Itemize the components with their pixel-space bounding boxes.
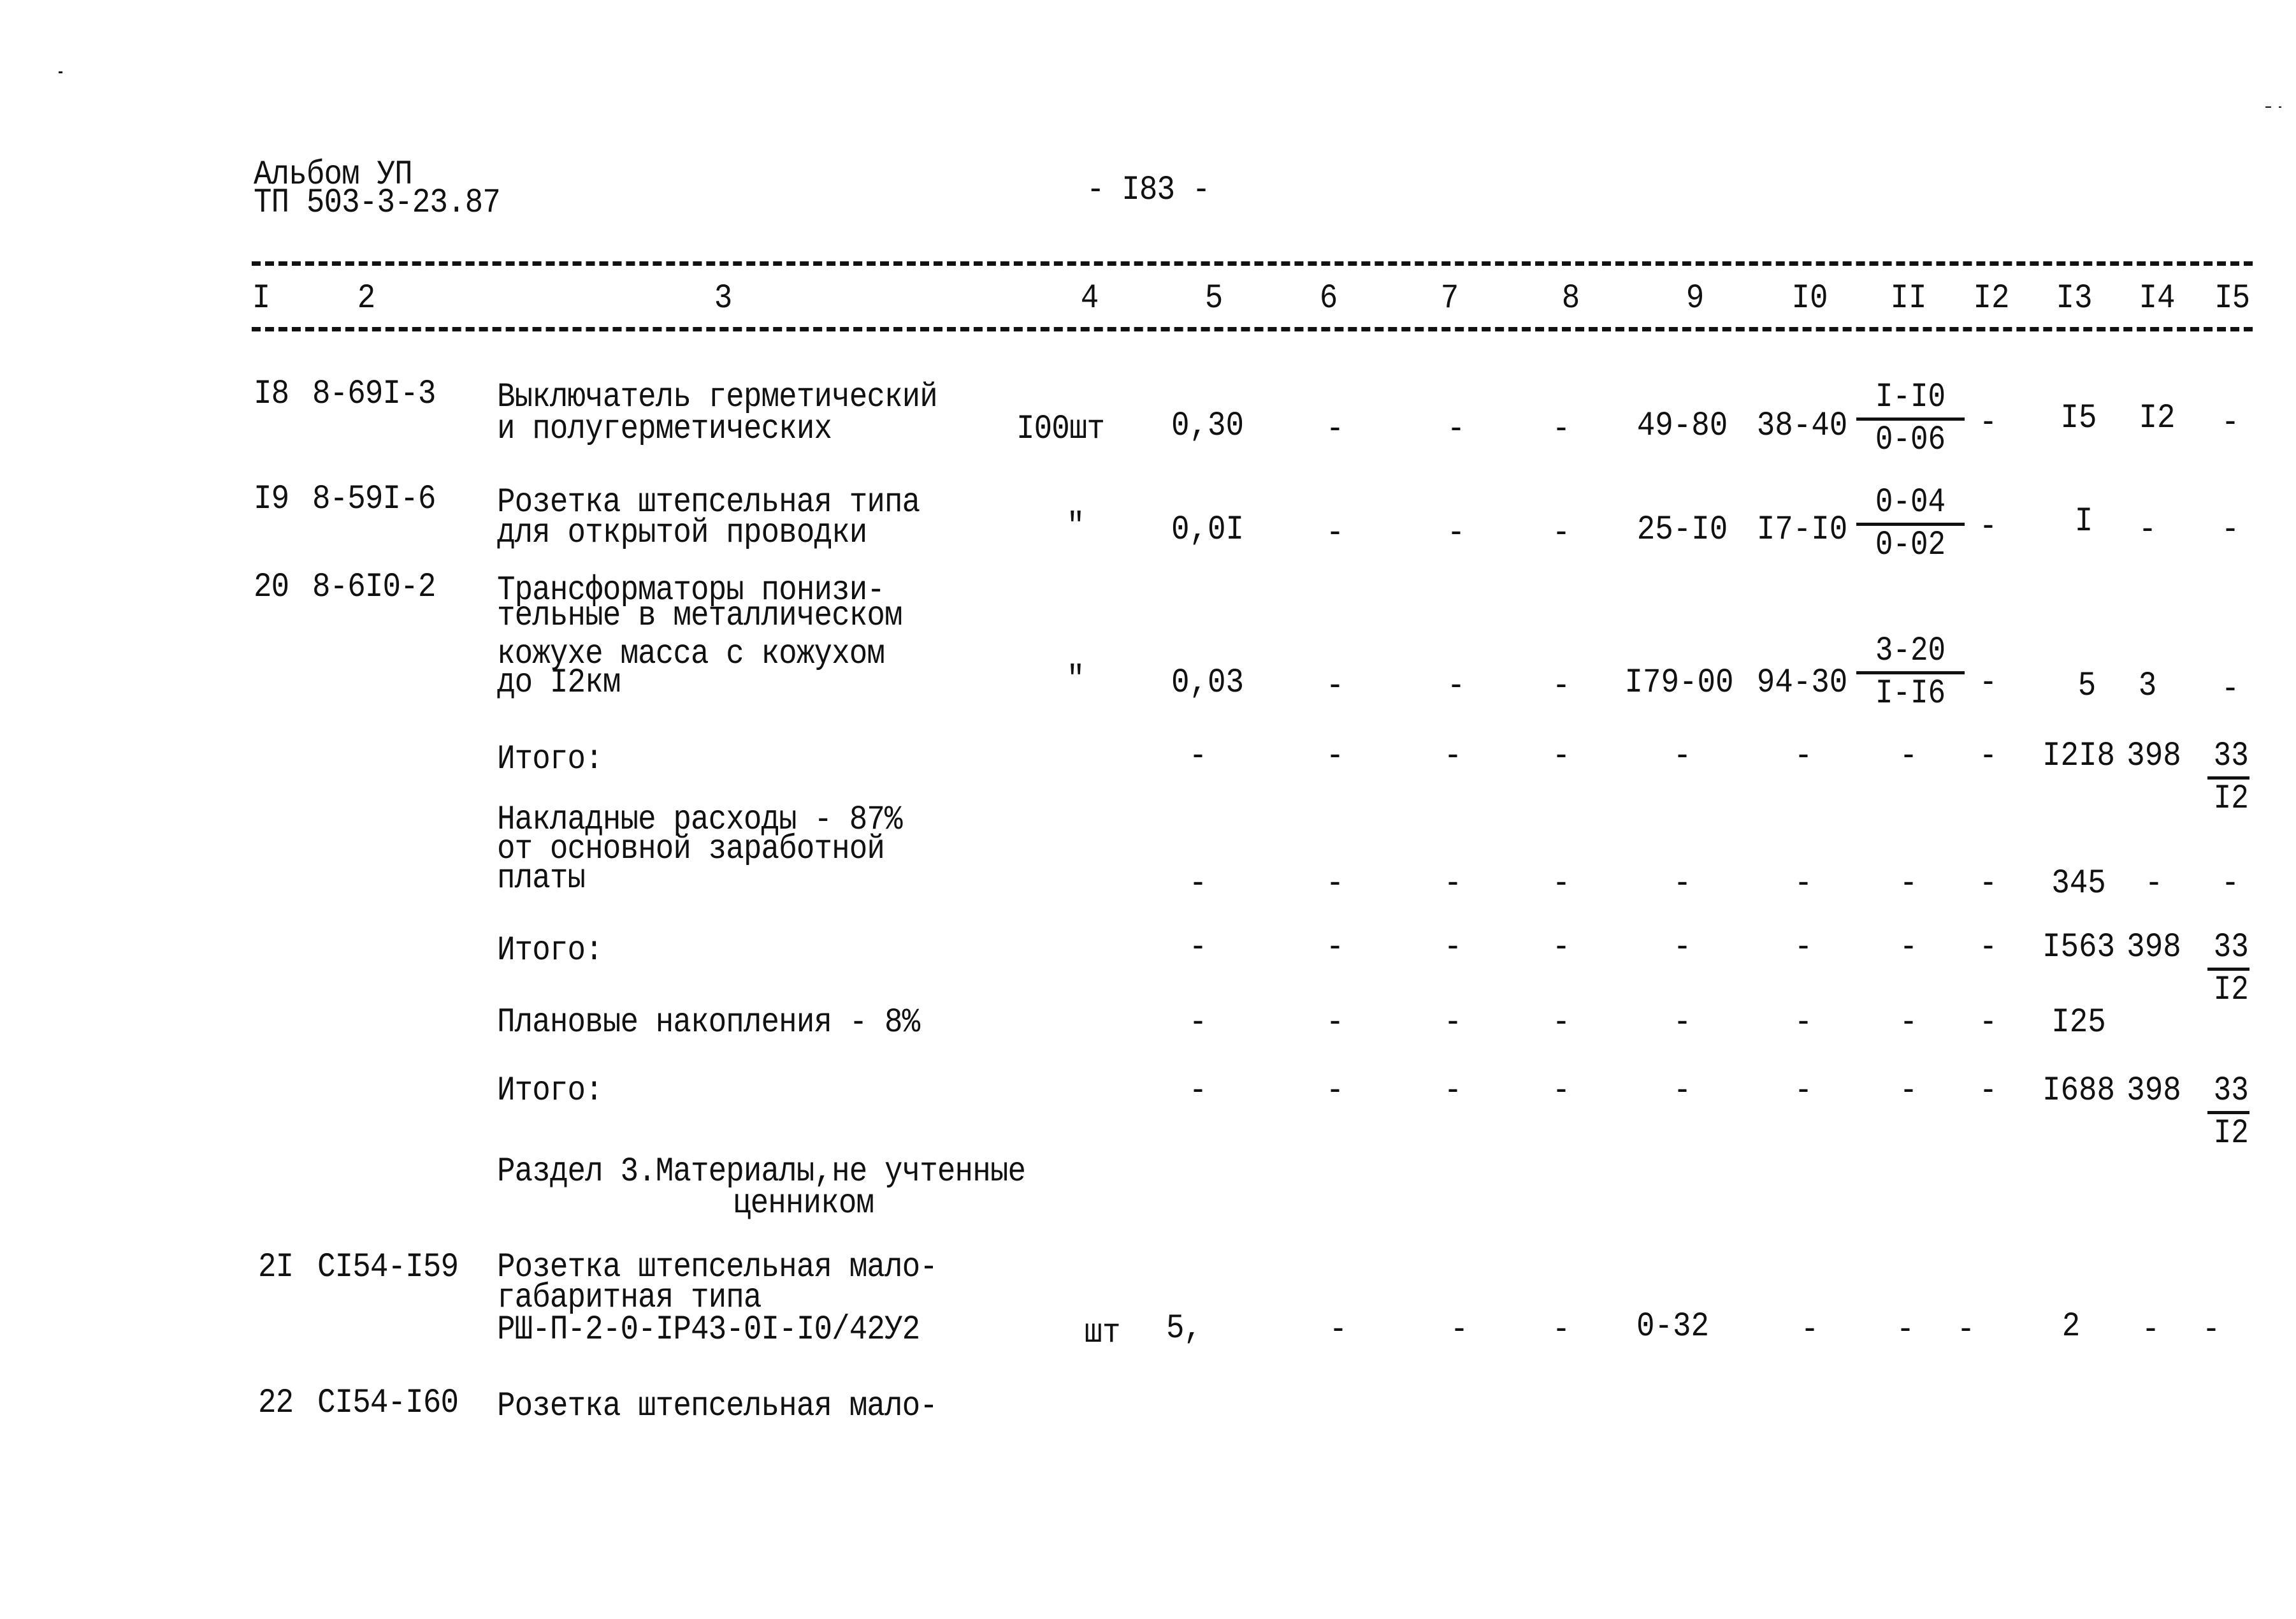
col15: -: [2221, 403, 2240, 442]
summary-dash: -: [1188, 737, 1208, 776]
col6: -: [1325, 667, 1345, 706]
row-number: I9: [254, 480, 289, 519]
unit: ": [1066, 507, 1085, 546]
fraction-denominator: I23: [2213, 971, 2249, 1010]
summary-col15: -: [2221, 864, 2240, 903]
summary-dash: -: [1188, 1003, 1208, 1042]
summary-label-line: платы: [497, 859, 586, 898]
price-code: 8-59I-6: [312, 480, 436, 519]
summary-dash: -: [1673, 1071, 1692, 1110]
col6: -: [1325, 514, 1345, 553]
col-num-15: I5: [2214, 282, 2249, 318]
summary-dash: -: [1673, 737, 1692, 776]
price-code: CI54-I60: [317, 1384, 459, 1423]
col6: -: [1329, 1310, 1348, 1349]
col9: 25-I0: [1636, 511, 1728, 549]
col-num-8: 8: [1561, 279, 1580, 318]
price-code: 8-69I-3: [312, 375, 436, 414]
header-top-rule: [252, 261, 2253, 266]
item-name-line: до I2км: [497, 664, 621, 702]
quantity: 0,30: [1171, 407, 1245, 446]
col-num-3: 3: [714, 279, 733, 318]
header-bottom-rule: [252, 327, 2253, 331]
summary-label-line: Итого:: [497, 931, 603, 970]
summary-dash: -: [1552, 1071, 1571, 1110]
summary-dash: -: [1325, 1003, 1345, 1042]
project-code: ТП 503-3-23.87: [254, 184, 501, 222]
summary-dash: -: [1188, 928, 1208, 967]
col10: 94-30: [1756, 664, 1848, 702]
row-number: 20: [254, 568, 289, 607]
scan-speck: [2279, 106, 2281, 108]
summary-col15-fraction: 339I23: [2207, 739, 2249, 817]
col15: -: [2221, 670, 2240, 709]
col-num-4: 4: [1080, 279, 1099, 318]
item-name-line: для открытой проводки: [497, 514, 867, 553]
summary-dash: -: [1552, 1003, 1571, 1042]
col10: 38-40: [1756, 407, 1848, 446]
col-num-7: 7: [1440, 279, 1459, 318]
item-name-line: РШ-П-2-0-IP43-0I-I0/42У2: [497, 1310, 920, 1349]
col8: -: [1552, 410, 1571, 449]
fraction-denominator: I23: [2213, 1114, 2249, 1153]
unit: I00шт: [1016, 410, 1105, 449]
col-num-2: 2: [357, 279, 376, 318]
section-title-cont: ценником: [733, 1184, 874, 1223]
col9: I79-00: [1624, 664, 1734, 702]
item-name-line: тельные в металлическом: [497, 597, 903, 635]
summary-dash: -: [1325, 928, 1345, 967]
summary-col15-fraction: 339I23: [2207, 1074, 2249, 1151]
col9: 0-32: [1636, 1307, 1710, 1346]
col9: 49-80: [1636, 407, 1728, 446]
summary-dash: -: [1188, 1071, 1208, 1110]
summary-dash: -: [1325, 737, 1345, 776]
quantity: 0,0I: [1171, 511, 1245, 549]
summary-label-line: Плановые накопления - 8%: [497, 1003, 920, 1042]
summary-dash: -: [1552, 928, 1571, 967]
col15: -: [2221, 511, 2240, 549]
summary-dash: -: [1673, 928, 1692, 967]
summary-dash: -: [1325, 864, 1345, 903]
col8: -: [1552, 667, 1571, 706]
col6: -: [1325, 410, 1345, 449]
quantity: 0,03: [1171, 664, 1245, 702]
item-name-line: Розетка штепсельная мало-: [497, 1387, 938, 1426]
summary-dash: -: [1673, 864, 1692, 903]
summary-dash: -: [1673, 1003, 1692, 1042]
summary-col13: I25: [2051, 1003, 2106, 1042]
summary-label-line: Итого:: [497, 1071, 603, 1110]
row-number: 22: [258, 1384, 294, 1423]
fraction-numerator: 339: [2207, 931, 2249, 971]
summary-dash: -: [1552, 737, 1571, 776]
quantity: 5,: [1166, 1309, 1202, 1348]
row-number: I8: [254, 375, 289, 414]
scan-speck: [59, 71, 62, 73]
row-number: 2I: [258, 1248, 294, 1287]
col8: -: [1552, 514, 1571, 553]
page-number: - I83 -: [1087, 171, 1210, 210]
fraction-numerator: 339: [2207, 739, 2249, 780]
fraction-denominator: I23: [2213, 780, 2249, 818]
unit: шт: [1084, 1314, 1121, 1353]
col15: -: [2202, 1310, 2221, 1349]
col10: I7-I0: [1756, 511, 1848, 549]
summary-dash: -: [1188, 864, 1208, 903]
fraction-numerator: 339: [2207, 1074, 2249, 1114]
unit: ": [1066, 660, 1085, 699]
item-name-line: и полугерметических: [497, 410, 832, 449]
price-code: 8-6I0-2: [312, 568, 436, 607]
summary-dash: -: [1552, 864, 1571, 903]
price-code: CI54-I59: [317, 1248, 459, 1287]
summary-label-line: Итого:: [497, 740, 603, 779]
summary-dash: -: [1325, 1071, 1345, 1110]
scan-speck: [2265, 106, 2271, 108]
col-num-6: 6: [1319, 279, 1338, 318]
summary-col15-fraction: 339I23: [2207, 931, 2249, 1008]
